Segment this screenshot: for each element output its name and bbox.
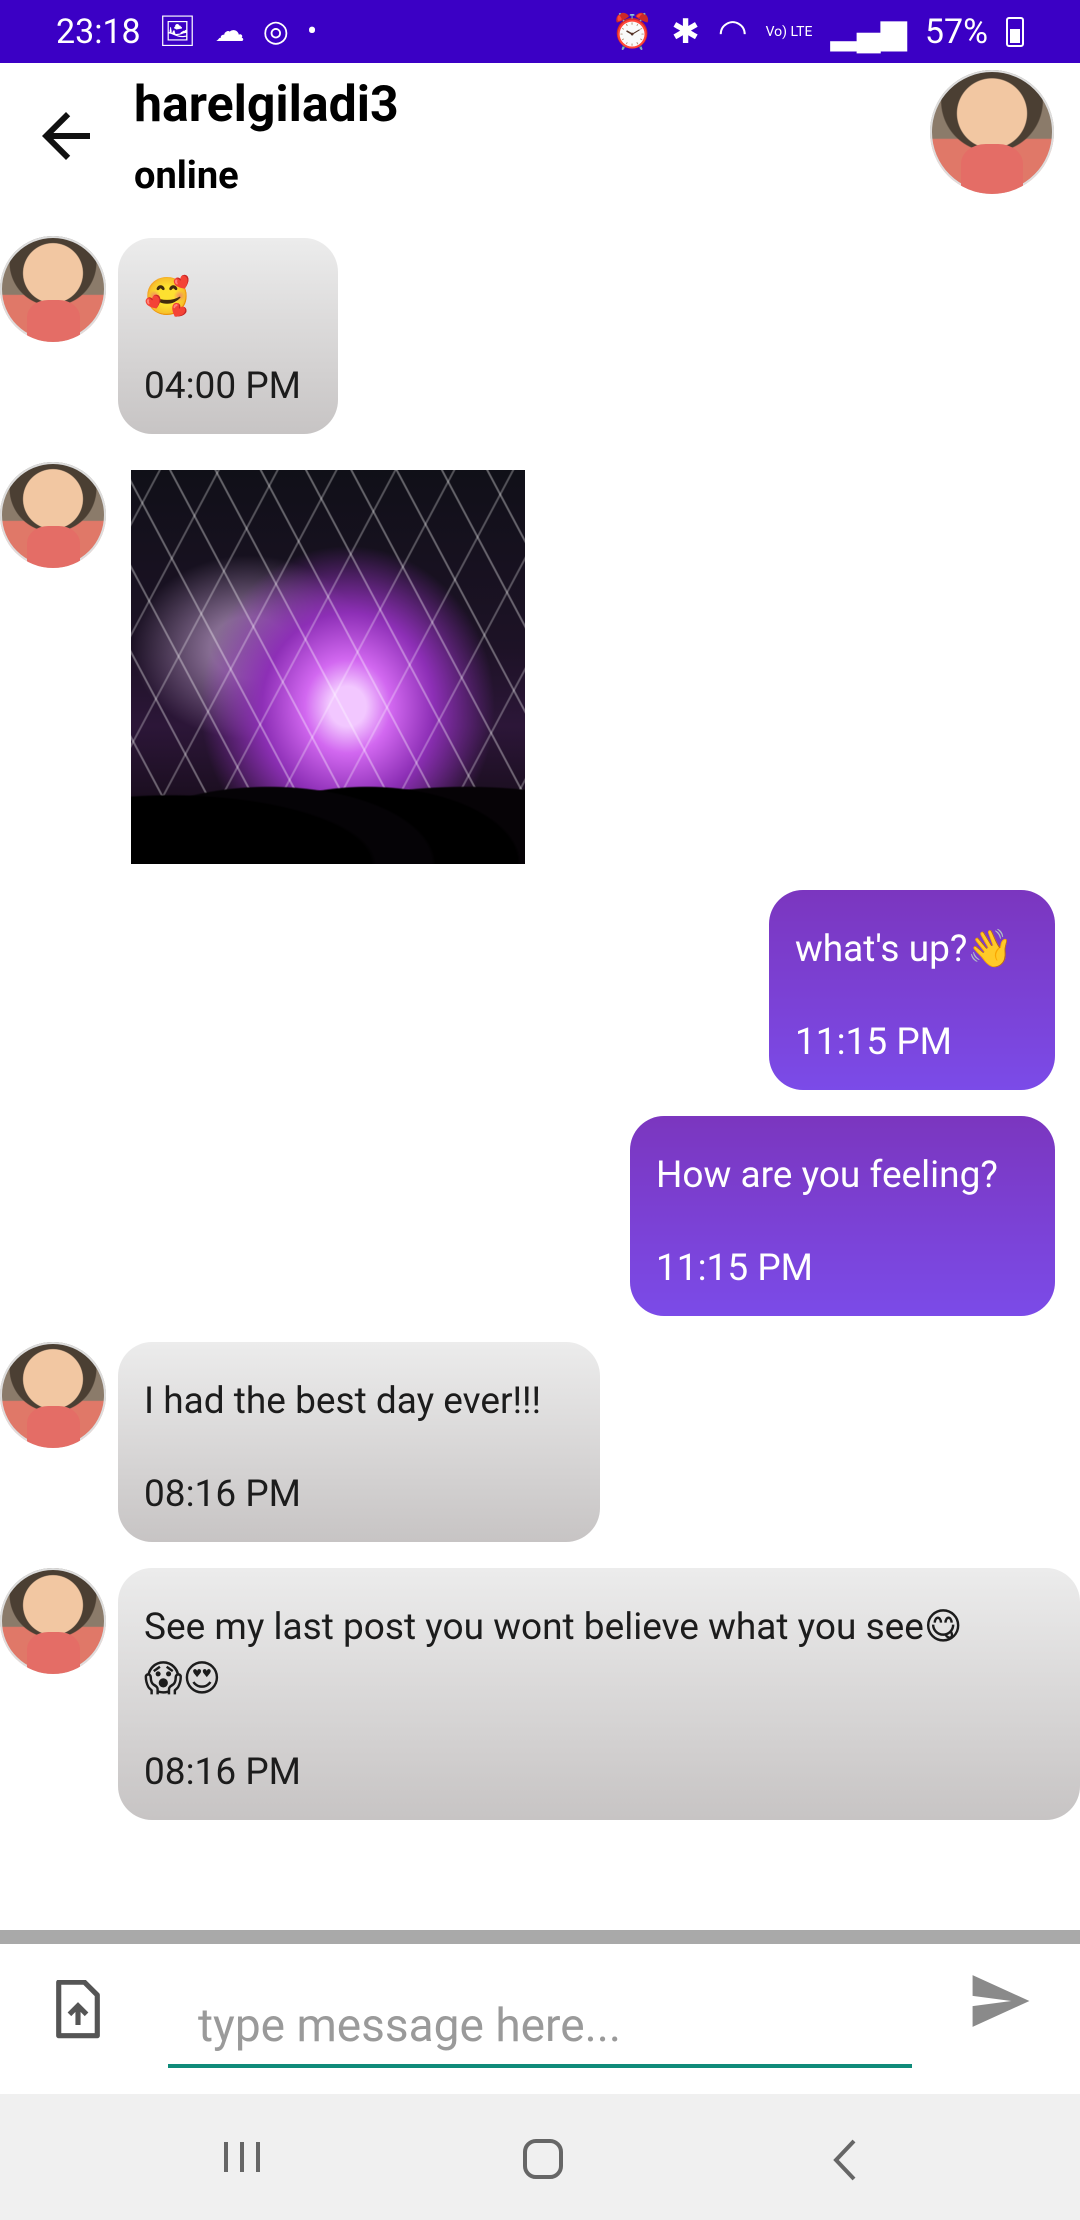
message-text: I had the best day ever!!! xyxy=(144,1380,542,1423)
message-time: 08:16 PM xyxy=(144,1473,301,1516)
message-bubble-outgoing: How are you feeling? 11:15 PM xyxy=(630,1116,1055,1316)
sender-avatar xyxy=(0,1568,106,1674)
wifi-icon: ◠ xyxy=(717,11,748,52)
status-right-group: ⏰ ✱ ◠ Vo) LTE ▂▄▆ 57% xyxy=(611,12,1024,52)
attach-file-icon[interactable] xyxy=(52,1980,104,2040)
message-bubble-incoming: I had the best day ever!!! 08:16 PM xyxy=(118,1342,600,1542)
status-bar: 23:18 🖼 ☁ ◎ • ⏰ ✱ ◠ Vo) LTE ▂▄▆ 57% xyxy=(0,0,1080,63)
message-time: 11:15 PM xyxy=(795,1021,952,1064)
message-time: 11:15 PM xyxy=(656,1247,813,1290)
image-icon: 🖼 xyxy=(158,14,197,49)
cloud-icon: ☁ xyxy=(214,14,245,49)
message-bubble-incoming: 🥰 04:00 PM xyxy=(118,238,338,434)
message-bubble-outgoing: what's up?👋 11:15 PM xyxy=(769,890,1055,1090)
nav-back-icon[interactable] xyxy=(832,2138,858,2182)
back-arrow-icon[interactable] xyxy=(30,100,102,172)
composer-divider xyxy=(0,1930,1080,1944)
alarm-icon: ⏰ xyxy=(611,11,654,52)
home-icon[interactable] xyxy=(522,2138,564,2180)
sender-avatar xyxy=(0,236,106,342)
message-bubble-incoming: See my last post you wont believe what y… xyxy=(118,1568,1080,1820)
sync-icon: ◎ xyxy=(262,14,289,49)
image-crowd xyxy=(131,744,525,864)
network-type-label: Vo) LTE xyxy=(765,23,813,40)
dot-icon: • xyxy=(306,14,318,49)
message-image-concert[interactable] xyxy=(131,470,525,864)
message-time: 04:00 PM xyxy=(144,365,301,408)
status-time: 23:18 xyxy=(56,11,141,52)
sender-avatar xyxy=(0,1342,106,1448)
signal-icon: ▂▄▆ xyxy=(830,11,907,52)
message-text: 🥰 xyxy=(144,276,191,319)
send-icon[interactable] xyxy=(970,1972,1032,2030)
battery-icon xyxy=(1006,16,1024,47)
contact-name: harelgiladi3 xyxy=(134,76,399,134)
sender-avatar xyxy=(0,462,106,568)
message-input[interactable] xyxy=(168,1988,912,2068)
message-text: See my last post you wont believe what y… xyxy=(144,1606,963,1701)
message-text: what's up?👋 xyxy=(795,928,1014,971)
message-text: How are you feeling? xyxy=(656,1154,998,1197)
battery-percent: 57% xyxy=(924,11,988,52)
contact-status: online xyxy=(134,154,239,198)
bluetooth-icon: ✱ xyxy=(671,11,700,52)
contact-avatar[interactable] xyxy=(930,70,1054,194)
recents-icon[interactable] xyxy=(222,2140,262,2174)
message-time: 08:16 PM xyxy=(144,1751,301,1794)
